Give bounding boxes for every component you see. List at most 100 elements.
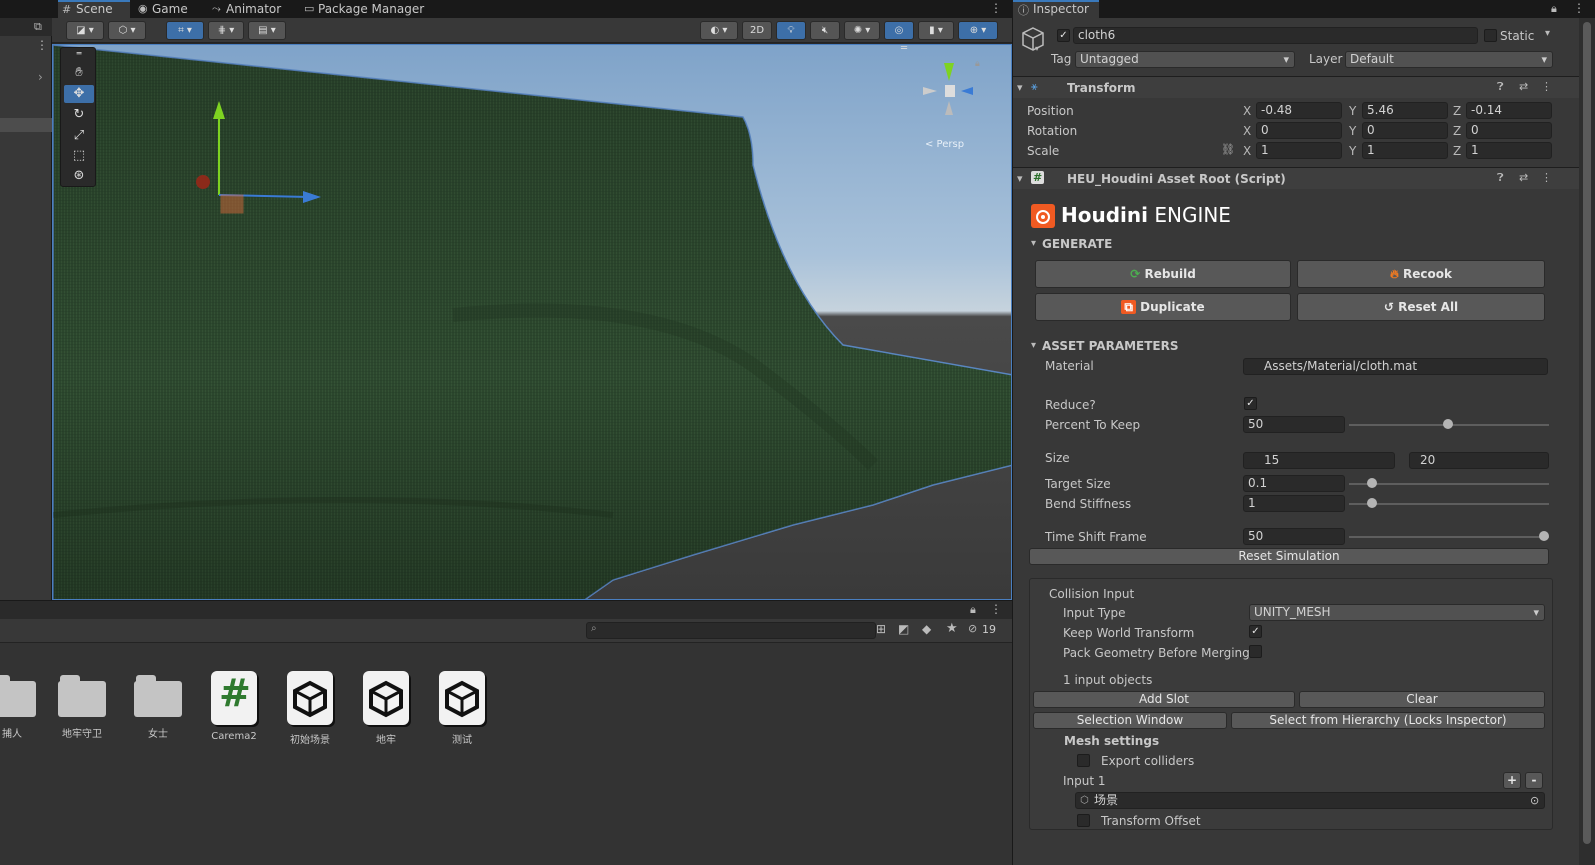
asset-item[interactable]: 地牢 xyxy=(352,671,420,746)
tab-package-manager[interactable]: ▭ Package Manager xyxy=(300,0,430,18)
object-picker-icon[interactable]: ⊙ xyxy=(1530,793,1539,808)
orientation-gizmo[interactable]: 🔒︎ xyxy=(919,53,980,133)
heu-component-header[interactable]: ▾ # HEU_Houdini Asset Root (Script) ❓︎ ⇄… xyxy=(1013,167,1595,189)
kebab-menu-icon[interactable]: ⋮ xyxy=(1541,80,1552,93)
audio-toggle[interactable]: 🔇︎ xyxy=(810,21,840,40)
hidden-objects-toggle[interactable]: ◎ xyxy=(884,21,914,40)
add-input-button[interactable]: + xyxy=(1503,772,1521,789)
lock-icon[interactable]: 🔒︎ xyxy=(1551,2,1557,16)
toggle-2d-button[interactable]: 2D xyxy=(742,21,772,40)
bend-stiffness-slider-track[interactable] xyxy=(1349,503,1549,505)
target-size-field[interactable]: 0.1 xyxy=(1243,475,1345,492)
tab-scene[interactable]: # Scene xyxy=(58,0,130,18)
foldout-arrow-icon[interactable]: ▾ xyxy=(1031,340,1036,351)
active-checkbox[interactable]: ✓ xyxy=(1057,29,1070,42)
percent-to-keep-slider-knob[interactable] xyxy=(1443,419,1453,429)
asset-item[interactable]: 初始场景 xyxy=(276,671,344,746)
camera-dropdown[interactable]: ▮ ▾ xyxy=(918,21,954,40)
rebuild-button[interactable]: ⟳ Rebuild xyxy=(1035,260,1291,288)
scale-z-field[interactable]: 1 xyxy=(1466,142,1552,159)
clear-button[interactable]: Clear xyxy=(1299,691,1545,708)
reduce-checkbox[interactable]: ✓ xyxy=(1244,397,1257,410)
grid-visibility-dropdown[interactable]: ⋕ ▾ xyxy=(208,21,244,40)
rect-tool-button[interactable]: ⬚ xyxy=(64,147,94,165)
increment-snap-dropdown[interactable]: ▤ ▾ xyxy=(248,21,286,40)
static-checkbox[interactable] xyxy=(1484,29,1497,42)
size-height-field[interactable]: 20 xyxy=(1409,452,1549,469)
time-shift-frame-slider-track[interactable] xyxy=(1349,536,1549,538)
gizmos-dropdown[interactable]: ⊕ ▾ xyxy=(958,21,998,40)
select-from-hierarchy-button[interactable]: Select from Hierarchy (Locks Inspector) xyxy=(1231,712,1545,729)
target-size-slider-knob[interactable] xyxy=(1367,478,1377,488)
tag-dropdown[interactable]: Untagged xyxy=(1075,51,1295,68)
kebab-menu-icon[interactable]: ⋮ xyxy=(1573,1,1585,15)
project-search-input[interactable]: ⌕ xyxy=(586,622,876,639)
bend-stiffness-slider-knob[interactable] xyxy=(1367,498,1377,508)
tab-inspector[interactable]: ⓘ Inspector xyxy=(1013,0,1099,18)
input-1-object-field[interactable]: ⬡ 场景 ⊙ xyxy=(1075,792,1545,809)
persp-label[interactable]: < Persp xyxy=(925,139,964,150)
export-colliders-checkbox[interactable] xyxy=(1077,754,1090,767)
transform-offset-checkbox[interactable] xyxy=(1077,814,1090,827)
percent-to-keep-field[interactable]: 50 xyxy=(1243,416,1345,433)
presets-icon[interactable]: ⇄ xyxy=(1519,80,1528,93)
asset-item[interactable]: # Carema2 xyxy=(200,671,268,742)
duplicate-button[interactable]: ⧉ Duplicate xyxy=(1035,293,1291,321)
lock-icon[interactable]: 🔒︎ xyxy=(970,603,976,617)
position-z-field[interactable]: -0.14 xyxy=(1466,102,1552,119)
kebab-menu-icon[interactable]: ⋮ xyxy=(990,1,1002,15)
add-slot-button[interactable]: Add Slot xyxy=(1033,691,1295,708)
viewport-menu-icon[interactable]: ═ xyxy=(901,45,907,54)
toolbox-drag-handle[interactable]: ═ xyxy=(64,50,94,58)
presets-icon[interactable]: ⇄ xyxy=(1519,171,1528,184)
constrain-proportions-link-icon[interactable]: ⛓︎ xyxy=(1221,143,1235,156)
tab-animator[interactable]: ⤳ Animator xyxy=(208,0,288,18)
hidden-packages-icon[interactable]: ⊘ xyxy=(968,622,977,635)
move-tool-button[interactable]: ✥ xyxy=(64,85,94,103)
tab-game[interactable]: ◉ Game xyxy=(134,0,194,18)
transform-tool-button[interactable]: ⊛ xyxy=(64,167,94,185)
time-shift-frame-slider-knob[interactable] xyxy=(1539,531,1549,541)
selection-window-button[interactable]: Selection Window xyxy=(1033,712,1227,729)
asset-item[interactable]: 女士 xyxy=(124,671,192,740)
scale-tool-button[interactable]: ⤢ xyxy=(64,127,94,145)
favorite-star-icon[interactable]: ★ xyxy=(946,621,958,636)
size-width-field[interactable]: 15 xyxy=(1243,452,1395,469)
hand-tool-button[interactable]: ✋︎ xyxy=(64,64,94,82)
label-tag-icon[interactable]: ◆ xyxy=(922,622,931,636)
recook-button[interactable]: 🔥︎ Recook xyxy=(1297,260,1545,288)
render-mode-dropdown[interactable]: ⬡ ▾ xyxy=(108,21,146,40)
draw-mode-dropdown[interactable]: ◪ ▾ xyxy=(66,21,104,40)
gizmo-lock-icon[interactable]: 🔒︎ xyxy=(975,59,980,69)
asset-parameters-section-label[interactable]: ASSET PARAMETERS xyxy=(1042,339,1179,353)
rotate-tool-button[interactable]: ↻ xyxy=(64,106,94,124)
remove-input-button[interactable]: - xyxy=(1525,772,1543,789)
object-name-field[interactable]: cloth6 xyxy=(1073,27,1478,44)
search-by-type-icon[interactable]: ⊞ xyxy=(876,622,886,636)
rotation-x-field[interactable]: 0 xyxy=(1256,122,1342,139)
pack-geometry-checkbox[interactable] xyxy=(1249,645,1262,658)
filter-icon[interactable]: ◩ xyxy=(898,622,909,636)
scene-viewport[interactable]: 🔒︎ < Persp ═ xyxy=(52,44,1012,600)
orientation-dropdown[interactable]: ◐ ▾ xyxy=(700,21,738,40)
effects-dropdown[interactable]: ✺ ▾ xyxy=(844,21,880,40)
static-dropdown-arrow-icon[interactable]: ▾ xyxy=(1545,28,1550,39)
help-icon[interactable]: ❓︎ xyxy=(1497,80,1504,94)
bend-stiffness-field[interactable]: 1 xyxy=(1243,495,1345,512)
kebab-menu-icon[interactable]: ⋮ xyxy=(1541,171,1552,184)
time-shift-frame-field[interactable]: 50 xyxy=(1243,528,1345,545)
rotation-z-field[interactable]: 0 xyxy=(1466,122,1552,139)
help-icon[interactable]: ❓︎ xyxy=(1497,171,1504,185)
position-y-field[interactable]: 5.46 xyxy=(1362,102,1448,119)
asset-item[interactable]: 测试 xyxy=(428,671,496,746)
scale-x-field[interactable]: 1 xyxy=(1256,142,1342,159)
rotation-y-field[interactable]: 0 xyxy=(1362,122,1448,139)
asset-item[interactable]: 捕人 xyxy=(0,671,46,740)
asset-item[interactable]: 地牢守卫 xyxy=(48,671,116,740)
foldout-arrow-icon[interactable]: ▾ xyxy=(1031,238,1036,249)
reset-all-button[interactable]: ↺ Reset All xyxy=(1297,293,1545,321)
reset-simulation-button[interactable]: Reset Simulation xyxy=(1029,548,1549,565)
transform-component-header[interactable]: ▾ ⚹ Transform ❓︎ ⇄ ⋮ xyxy=(1013,76,1595,98)
kebab-menu-icon[interactable]: ⋮ xyxy=(990,602,1002,616)
keep-world-transform-checkbox[interactable]: ✓ xyxy=(1249,625,1262,638)
